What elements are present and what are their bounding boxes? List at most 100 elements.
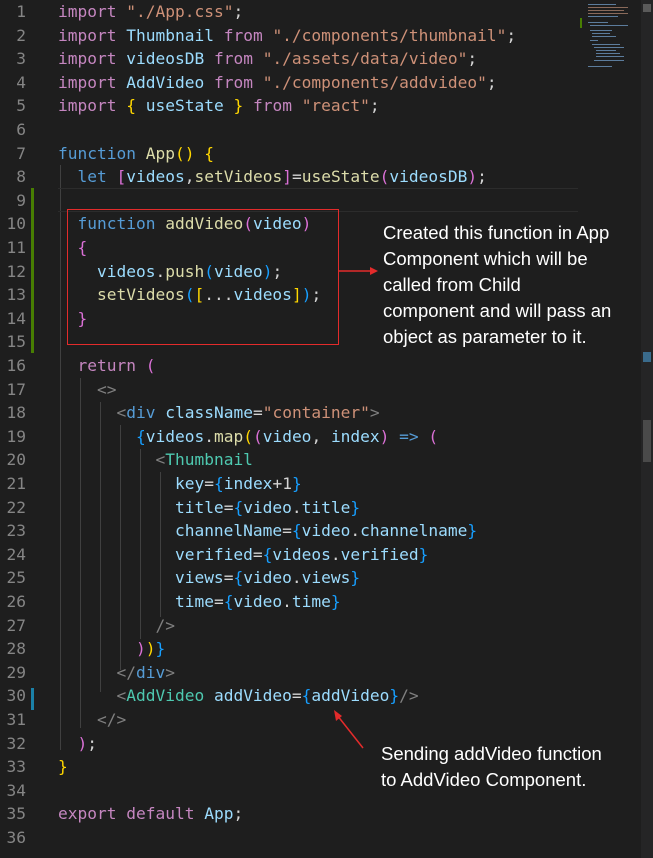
code-token: } (389, 686, 400, 706)
note-line: Sending addVideo function (381, 743, 602, 764)
line-number: 4 (16, 72, 26, 92)
code-token: title (174, 497, 224, 517)
code-line[interactable]: 24 verified={videos.verified} (0, 543, 580, 567)
code-line[interactable]: 3 import videosDB from "./assets/data/vid… (0, 47, 580, 71)
code-token: div (135, 662, 166, 682)
code-line[interactable]: 6 (0, 118, 580, 142)
code-token: from (223, 25, 263, 45)
code-token: ; (233, 804, 244, 824)
code-token: "react" (301, 96, 370, 116)
code-token: { (223, 592, 234, 611)
line-number: 6 (16, 120, 26, 139)
code-token: className (165, 403, 253, 423)
vertical-scrollbar[interactable] (641, 0, 653, 858)
code-token: setVideos (194, 167, 283, 187)
code-line[interactable]: 28 ))} (0, 637, 580, 661)
code-token: key (174, 474, 205, 493)
code-line[interactable]: 5 import { useState } from "react"; (0, 94, 580, 118)
line-number: 14 (6, 308, 27, 328)
code-token: { (262, 544, 273, 564)
code-line[interactable]: 1 import "./App.css"; (0, 0, 580, 24)
code-token: /> (155, 615, 175, 635)
minimap[interactable] (578, 0, 638, 858)
code-token: map (213, 426, 244, 446)
code-token: useState (301, 167, 380, 187)
line-number: 24 (6, 544, 27, 564)
code-token: index (330, 426, 380, 446)
code-token: < (116, 403, 127, 423)
code-token: videosDB (126, 49, 205, 69)
code-token: video (301, 521, 351, 541)
code-token: = (213, 592, 224, 611)
code-line[interactable]: 25 views={video.views} (0, 566, 580, 590)
code-line[interactable]: 26 time={video.time} (0, 590, 580, 614)
line-number: 8 (16, 167, 26, 187)
code-line[interactable]: 27 /> (0, 614, 580, 638)
code-token: = (252, 403, 263, 423)
code-token: = (204, 474, 214, 493)
code-line[interactable]: 18 <div className="container"> (0, 401, 580, 425)
code-line[interactable]: 2 import Thumbnail from "./components/thu… (0, 24, 580, 48)
code-line[interactable]: 7 function App() { (0, 142, 580, 166)
code-line[interactable]: 29 </div> (0, 661, 580, 685)
annotation-note-props: Sending addVideo function to AddVideo Co… (381, 741, 602, 793)
code-token: time (174, 592, 214, 611)
line-number: 34 (6, 780, 27, 800)
code-line[interactable]: 31 </> (0, 708, 580, 732)
code-line[interactable]: 23 channelName={video.channelname} (0, 519, 580, 543)
code-line[interactable]: 35 export default App; (0, 802, 580, 826)
code-line[interactable]: 30 <AddVideo addVideo={addVideo}/> (0, 684, 580, 708)
code-line[interactable]: 16 return ( (0, 354, 580, 378)
code-line[interactable]: 19 {videos.map((video, index) => ( (0, 425, 580, 449)
code-token: "container" (262, 403, 370, 423)
code-token: . (350, 521, 361, 541)
code-token: video (243, 497, 292, 517)
code-token: . (282, 592, 292, 611)
code-token: from (213, 72, 253, 92)
line-number: 5 (16, 96, 26, 116)
line-code: return ( (58, 354, 156, 378)
line-code: {videos.map((video, index) => ( (58, 425, 438, 449)
code-line[interactable]: 17 <> (0, 378, 580, 402)
line-number: 26 (6, 592, 27, 611)
code-token: 1 (282, 474, 292, 493)
code-token: = (291, 167, 302, 187)
code-line[interactable]: 4 import AddVideo from "./components/addv… (0, 71, 580, 95)
code-line[interactable]: 21 key={index+1} (0, 472, 580, 496)
code-token: < (155, 450, 166, 470)
code-token: Thumbnail (165, 450, 253, 470)
code-token: ; (369, 96, 380, 116)
code-line[interactable]: 8 let [videos,setVideos]=useState(videos… (0, 165, 580, 189)
code-token: } (58, 757, 68, 777)
code-token: ; (233, 2, 244, 21)
code-token: "./App.css" (126, 2, 234, 21)
code-editor[interactable]: 1 import "./App.css"; 2 import Thumbnail fr… (0, 0, 653, 858)
line-number: 9 (16, 190, 26, 210)
line-code: ); (58, 732, 98, 756)
code-token: verified (174, 544, 253, 564)
code-line[interactable]: 20 <Thumbnail (0, 448, 580, 472)
code-token: => (399, 426, 419, 446)
code-token: from (252, 96, 292, 116)
code-token: "./components/addvideo" (262, 72, 487, 92)
code-token: import (58, 2, 117, 21)
line-number: 28 (6, 639, 27, 659)
code-token: import (58, 72, 117, 92)
line-number: 7 (16, 143, 26, 163)
code-line[interactable]: 22 title={video.title} (0, 496, 580, 520)
code-token: { (213, 474, 224, 493)
line-code: import Thumbnail from "./components/thum… (58, 24, 516, 48)
code-line[interactable]: 36 (0, 826, 580, 850)
line-code: verified={videos.verified} (58, 543, 428, 567)
